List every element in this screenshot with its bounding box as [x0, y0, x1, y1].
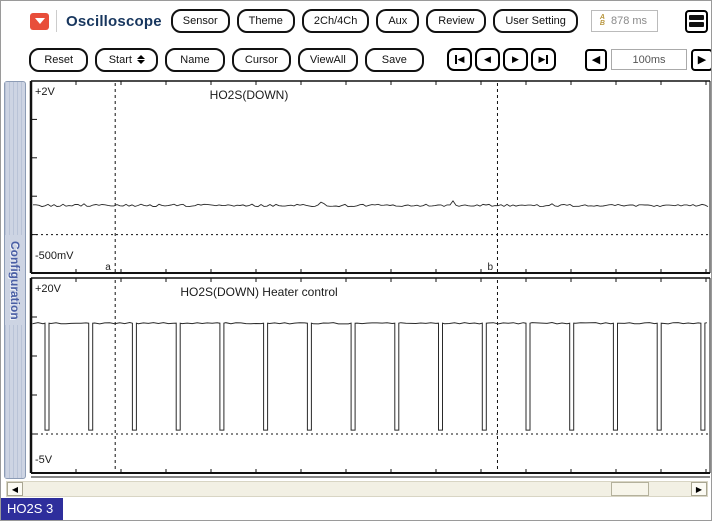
sensor-button[interactable]: Sensor — [171, 9, 230, 33]
toolbar: Reset Start Name Cursor ViewAll Save ◀ ◀… — [1, 41, 712, 78]
time-scale-value: 100ms — [611, 49, 687, 70]
playback-controls: ◀ ◀ ▶ ▶ — [447, 48, 556, 71]
top-bar: Oscilloscope Sensor Theme 2Ch/4Ch Aux Re… — [1, 1, 712, 41]
cursor-button[interactable]: Cursor — [232, 48, 291, 72]
horizontal-scrollbar[interactable]: ◀ ▶ — [6, 481, 708, 497]
skip-to-end-button[interactable]: ▶ — [531, 48, 556, 71]
scroll-right-icon[interactable]: ▶ — [691, 482, 707, 496]
reset-button[interactable]: Reset — [29, 48, 88, 72]
viewall-button[interactable]: ViewAll — [298, 48, 357, 72]
status-bar: HO2S 3 — [1, 498, 712, 521]
theme-button[interactable]: Theme — [237, 9, 295, 33]
time-scale-control: ◀ 100ms ▶ — [585, 49, 712, 71]
time-scale-increase-button[interactable]: ▶ — [691, 49, 712, 71]
aux-button[interactable]: Aux — [376, 9, 419, 33]
name-button[interactable]: Name — [165, 48, 224, 72]
elapsed-time-value: 878 ms — [611, 15, 647, 27]
oscilloscope-window: Oscilloscope Sensor Theme 2Ch/4Ch Aux Re… — [0, 0, 712, 521]
play-button[interactable]: ▶ — [503, 48, 528, 71]
scrollbar-thumb[interactable] — [611, 482, 649, 496]
configuration-tab[interactable]: Configuration — [4, 81, 26, 479]
ch1-top-scale-label: +2V — [35, 86, 55, 98]
layout-menu-icon[interactable] — [685, 10, 708, 33]
tab-grip-top — [5, 82, 25, 235]
ab-cursor-icon: AB — [600, 15, 605, 27]
scrollbar-track[interactable] — [23, 482, 691, 496]
scroll-left-icon[interactable]: ◀ — [7, 482, 23, 496]
tab-grip-bottom — [5, 325, 25, 478]
start-button[interactable]: Start — [95, 48, 158, 72]
start-spinner-icon[interactable] — [137, 55, 145, 64]
configuration-tab-label: Configuration — [8, 235, 22, 326]
step-back-button[interactable]: ◀ — [475, 48, 500, 71]
ch2-bottom-scale-label: -5V — [35, 454, 52, 466]
elapsed-time-display: AB 878 ms — [591, 10, 658, 32]
save-button[interactable]: Save — [365, 48, 424, 72]
divider — [56, 10, 57, 32]
user-setting-button[interactable]: User Setting — [493, 9, 578, 33]
record-tab-ho2s3[interactable]: HO2S 3 — [1, 498, 63, 520]
skip-to-start-button[interactable]: ◀ — [447, 48, 472, 71]
ch1-title: HO2S(DOWN) — [210, 88, 289, 102]
svg-text:a: a — [105, 262, 111, 273]
app-title: Oscilloscope — [64, 13, 164, 30]
ch2-top-scale-label: +20V — [35, 283, 61, 295]
ch1-bottom-scale-label: -500mV — [35, 250, 74, 262]
scope-canvas: ab — [29, 79, 712, 481]
app-dropdown-icon[interactable] — [30, 13, 49, 30]
ch2-title: HO2S(DOWN) Heater control — [180, 285, 337, 299]
channel-mode-button[interactable]: 2Ch/4Ch — [302, 9, 369, 33]
time-scale-decrease-button[interactable]: ◀ — [585, 49, 607, 71]
svg-text:b: b — [487, 262, 493, 273]
review-button[interactable]: Review — [426, 9, 486, 33]
